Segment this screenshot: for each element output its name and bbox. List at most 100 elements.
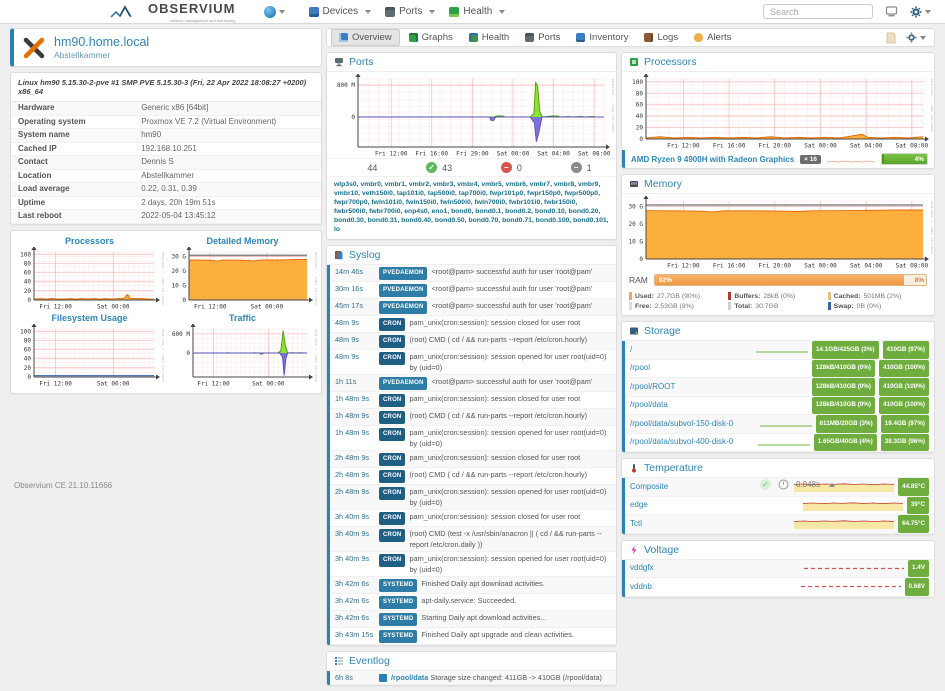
panel-title[interactable]: Eventlog <box>349 655 390 667</box>
tab-overview[interactable]: Overview <box>331 29 400 46</box>
syslog-row: 3h 42m 6s SYSTEMD Finished Daily apt dow… <box>330 577 616 594</box>
mini-filesystem-graph[interactable]: 020406080100Fri 12:00Sat 00:00RRDTOOL / … <box>16 324 164 388</box>
syslog-program-badge: CRON <box>379 512 405 525</box>
storage-usage-sparkline[interactable] <box>758 438 810 447</box>
svg-text:Fri 12:00: Fri 12:00 <box>197 380 230 387</box>
mini-traffic-graph[interactable]: 600 M0Fri 12:00Sat 00:00RRDTOOL / TOBI O… <box>169 324 317 388</box>
legend-label: Swap: <box>834 303 854 310</box>
storage-mount-link[interactable]: /rpool <box>630 361 756 376</box>
notes-icon[interactable] <box>886 32 896 44</box>
svg-text:Fri 20:00: Fri 20:00 <box>758 143 791 150</box>
settings-dropdown[interactable] <box>910 6 931 18</box>
svg-text:RRDTOOL / TOBI OETIKER: RRDTOOL / TOBI OETIKER <box>314 252 317 306</box>
panel-title[interactable]: Temperature <box>644 462 703 474</box>
mini-graph-title-processors[interactable]: Processors <box>14 236 165 246</box>
svg-text:Fri 20:00: Fri 20:00 <box>457 151 490 158</box>
temperature-value-badge: 39°C <box>907 497 929 515</box>
sensor-name-link[interactable]: edge <box>630 498 803 513</box>
logo-text: OBSERVIUM <box>148 1 236 16</box>
processors-graph[interactable]: 020406080100Fri 12:00Fri 16:00Fri 20:00S… <box>624 74 933 150</box>
mini-graph-title-traffic[interactable]: Traffic <box>167 313 318 323</box>
syslog-row: 2h 48m 9s CRON (root) CMD ( cd / && run-… <box>330 468 616 485</box>
menu-label: Ports <box>399 6 422 17</box>
system-info-row: Contact Dennis S <box>11 156 321 170</box>
page-settings-dropdown[interactable] <box>906 32 926 43</box>
tab-ports[interactable]: Ports <box>518 29 567 46</box>
syslog-row: 1h 48m 9s CRON pam_unix(cron:session): s… <box>330 426 616 451</box>
tab-inventory[interactable]: Inventory <box>569 29 635 46</box>
tab-logs[interactable]: Logs <box>637 29 685 46</box>
panel-title[interactable]: Storage <box>644 325 681 337</box>
mini-memory-graph[interactable]: 010 G20 G30 GFri 12:00Sat 00:00RRDTOOL /… <box>169 247 317 311</box>
temperature-sparkline[interactable] <box>803 500 903 511</box>
sensor-name-link[interactable]: vddnb <box>630 580 801 595</box>
mini-graph-title-filesystem[interactable]: Filesystem Usage <box>14 313 165 323</box>
eventlog-text: Storage size changed: 411GB -> 410GB (/r… <box>430 673 602 682</box>
sensor-name-link[interactable]: Tctl <box>630 517 794 532</box>
port-status-icon <box>351 162 362 173</box>
sensor-name-link[interactable]: vddgfx <box>630 561 804 576</box>
status-orb-dropdown[interactable] <box>264 6 285 18</box>
syslog-message: apt-daily.service: Succeeded. <box>421 595 612 606</box>
svg-text:Sat 00:00: Sat 00:00 <box>804 263 837 270</box>
temperature-icon <box>629 463 639 473</box>
ports-shutdown[interactable]: − 1 <box>571 162 592 173</box>
ram-free-percent: 8% <box>915 277 924 284</box>
ports-total[interactable]: 44 <box>351 162 377 173</box>
legend-value: 501MB (2%) <box>863 293 901 300</box>
svg-text:Fri 12:00: Fri 12:00 <box>667 263 700 270</box>
memory-graph[interactable]: 010 G20 G30 GFri 12:00Fri 16:00Fri 20:00… <box>624 196 933 270</box>
info-label: Cached IP <box>11 143 141 156</box>
info-value: 2 days, 20h 19m 51s <box>141 197 321 210</box>
svg-text:100: 100 <box>632 79 643 86</box>
device-location[interactable]: Abstellkammer <box>54 50 149 60</box>
panel-title[interactable]: Voltage <box>644 544 679 556</box>
syslog-message: pam_unix(cron:session): session opened f… <box>409 351 612 373</box>
mini-processors-graph[interactable]: 020406080100Fri 12:00Sat 00:00RRDTOOL / … <box>16 247 164 311</box>
footer-version: Observium CE 21.10.11666 <box>14 481 112 490</box>
voltage-sparkline[interactable] <box>801 582 901 591</box>
panel-title[interactable]: Syslog <box>349 249 381 261</box>
syslog-program-badge: CRON <box>379 352 405 365</box>
storage-mount-link[interactable]: /rpool/data/subvol-150-disk-0 <box>630 417 760 432</box>
tab-health[interactable]: Health <box>462 29 516 46</box>
temperature-sparkline[interactable] <box>794 518 894 529</box>
panel-title[interactable]: Memory <box>644 178 682 190</box>
storage-mount-link[interactable]: /rpool/data/subvol-400-disk-0 <box>630 435 758 450</box>
temperature-row: Tctl 64.75°C <box>625 515 934 534</box>
cpu-name-link[interactable]: AMD Ryzen 9 4900H with Radeon Graphics <box>631 155 794 164</box>
ram-label[interactable]: RAM <box>629 275 648 285</box>
panel-title[interactable]: Processors <box>644 56 697 68</box>
port-name-links[interactable]: wlp3s0, vmbr0, vmbr1, vmbr2, vmbr3, vmbr… <box>327 176 616 239</box>
storage-mount-link[interactable]: / <box>630 343 756 358</box>
voltage-panel: Voltage vddgfx 1.4V <box>621 540 935 598</box>
tab-graphs[interactable]: Graphs <box>402 29 460 46</box>
storage-mount-link[interactable]: /rpool/ROOT <box>630 380 756 395</box>
storage-usage-sparkline[interactable] <box>756 345 808 354</box>
menu-health[interactable]: Health <box>449 6 505 17</box>
menu-label: Health <box>463 6 492 17</box>
menu-devices[interactable]: Devices <box>309 6 372 17</box>
voltage-sparkline[interactable] <box>804 564 904 573</box>
menu-ports[interactable]: Ports <box>385 6 435 17</box>
device-header-card[interactable]: hm90.home.local Abstellkammer <box>10 28 322 67</box>
cpu-usage-sparkline[interactable] <box>827 154 875 164</box>
device-hostname[interactable]: hm90.home.local <box>54 35 149 49</box>
eventlog-entity-link[interactable]: /rpool/data <box>391 673 428 682</box>
ports-up[interactable]: ✓ 43 <box>426 162 452 173</box>
device-tabs: Overview Graphs Health Ports <box>331 29 738 46</box>
ports-traffic-graph[interactable]: 800 M0Fri 12:00Fri 16:00Fri 20:00Sat 00:… <box>328 74 614 158</box>
panel-title[interactable]: Ports <box>349 56 374 68</box>
observium-logo[interactable]: OBSERVIUM network management and monitor… <box>110 0 236 23</box>
tab-alerts[interactable]: Alerts <box>687 29 738 46</box>
storage-mount-link[interactable]: /rpool/data <box>630 398 756 413</box>
tab-label: Ports <box>538 32 560 43</box>
mini-graph-title-memory[interactable]: Detailed Memory <box>167 236 318 246</box>
page-generation-time[interactable]: 0.048s <box>796 480 820 489</box>
syslog-row: 3h 40m 9s CRON (root) CMD (test -x /usr/… <box>330 527 616 552</box>
display-icon[interactable] <box>885 6 898 17</box>
search-input[interactable] <box>763 4 873 19</box>
storage-usage-sparkline[interactable] <box>760 419 812 428</box>
storage-free-badge: 38.3GB (96%) <box>881 434 929 452</box>
ports-down[interactable]: − 0 <box>501 162 522 173</box>
